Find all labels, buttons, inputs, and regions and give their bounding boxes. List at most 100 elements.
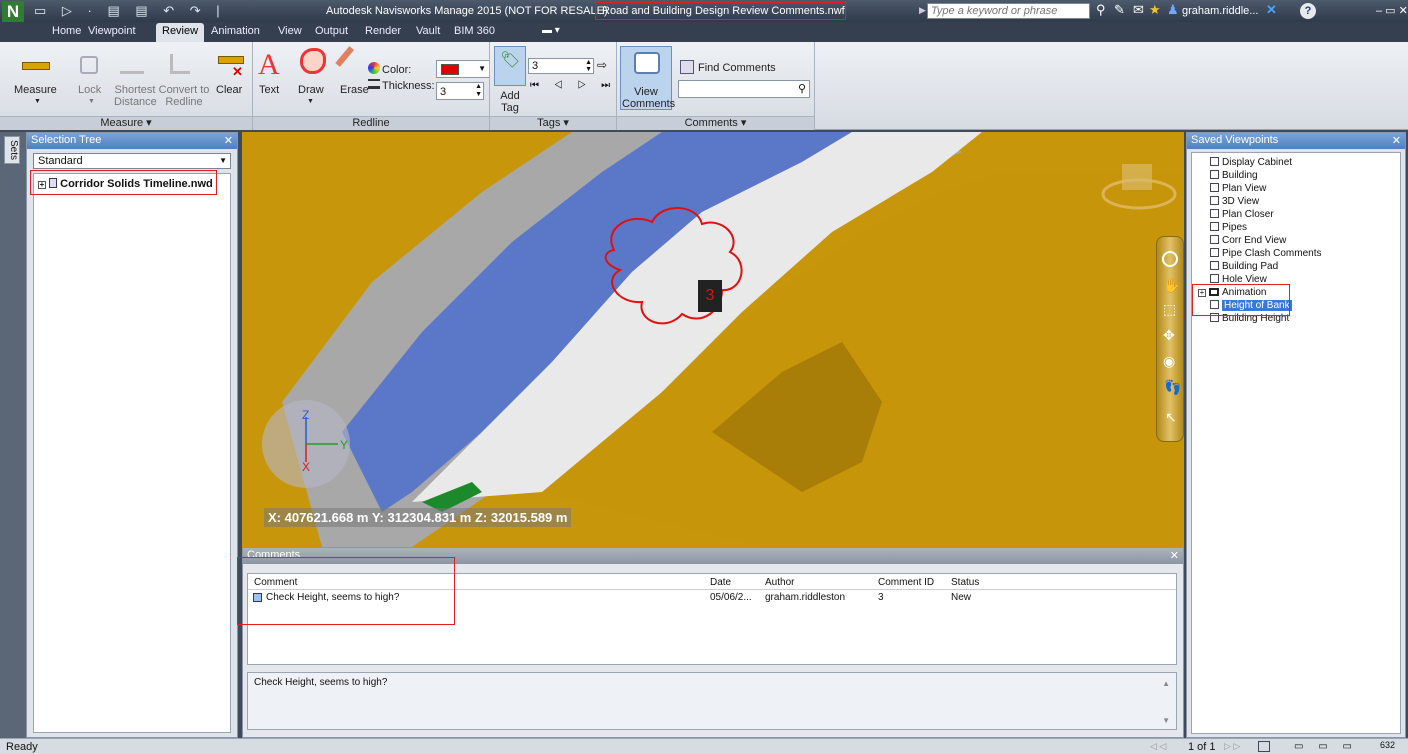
help-icon[interactable]: ? xyxy=(1300,3,1316,19)
find-go-icon[interactable]: ⚲ xyxy=(798,82,806,95)
comments-highlight xyxy=(237,557,455,625)
viewpoint-label: Pipe Clash Comments xyxy=(1222,248,1322,259)
performance-icon[interactable]: ▭ ▭ ▭ xyxy=(1294,741,1358,752)
measure-button[interactable]: Measure xyxy=(14,84,57,96)
sets-tab[interactable]: Sets xyxy=(4,136,20,164)
viewpoint-item[interactable]: Pipe Clash Comments xyxy=(1210,248,1321,259)
favorites-star-icon[interactable]: ★ xyxy=(1149,2,1161,18)
speech-bubble-icon xyxy=(634,52,660,74)
close-icon[interactable]: ✕ xyxy=(1392,134,1401,147)
tab-view[interactable]: View xyxy=(278,25,302,37)
thickness-input[interactable]: 3 ▲ ▼ xyxy=(436,82,484,100)
color-label: Color: xyxy=(382,64,412,76)
viewpoint-item[interactable]: Building xyxy=(1210,170,1258,181)
tab-vault[interactable]: Vault xyxy=(416,25,440,37)
sheet-nav-next-icon[interactable]: ▷ ▷ xyxy=(1224,741,1240,752)
3d-viewport[interactable]: 3 Z Y X X: 407621.668 m Y: 312304.831 m … xyxy=(242,132,1184,547)
selection-tree-panel: Selection Tree ✕ Standard ▼ + Corridor S… xyxy=(26,132,238,738)
help-search-input[interactable] xyxy=(927,3,1090,19)
color-dropdown[interactable]: ▼ xyxy=(436,60,490,78)
select-icon[interactable]: ↖ xyxy=(1165,409,1177,426)
viewpoint-label: Pipes xyxy=(1222,222,1248,233)
add-tag-button[interactable]: Add Tag xyxy=(494,90,526,114)
find-comments-input[interactable]: ⚲ xyxy=(678,80,810,98)
selection-mode-value: Standard xyxy=(38,155,83,167)
row-status: New xyxy=(951,592,972,603)
lock-button[interactable]: Lock xyxy=(78,84,101,96)
walk-icon[interactable]: 👣 xyxy=(1164,379,1181,396)
tab-home[interactable]: Home xyxy=(52,25,81,37)
scroll-down-icon[interactable]: ▼ xyxy=(1162,716,1170,725)
chevron-down-icon: ▼ xyxy=(219,156,227,165)
clear-button[interactable]: Clear xyxy=(216,84,242,96)
look-icon[interactable]: ◉ xyxy=(1163,353,1175,370)
tab-output[interactable]: Output xyxy=(315,25,348,37)
app-logo-icon[interactable]: N xyxy=(2,1,24,22)
go-to-tag-icon[interactable]: ⇨ xyxy=(597,58,607,72)
close-icon[interactable]: ✕ xyxy=(1170,549,1179,562)
subscription-icon[interactable]: ✎ xyxy=(1114,2,1125,18)
shortest-distance-icon xyxy=(120,54,144,74)
viewpoint-item[interactable]: Plan Closer xyxy=(1210,209,1274,220)
viewpoint-item[interactable]: Building Pad xyxy=(1210,261,1278,272)
row-author: graham.riddleston xyxy=(765,592,846,603)
comments-panel-title[interactable]: Comments ▾ xyxy=(617,116,814,130)
window-controls[interactable]: – ▭ ✕ xyxy=(1376,4,1408,17)
col-comment-id[interactable]: Comment ID xyxy=(878,577,934,588)
coordinate-readout: X: 407621.668 m Y: 312304.831 m Z: 32015… xyxy=(264,508,572,527)
binoculars-icon[interactable]: ⚲ xyxy=(1096,2,1106,18)
communication-icon[interactable]: ✉ xyxy=(1133,2,1144,18)
ribbon-minimize-icon[interactable]: ▬ ▾ xyxy=(542,25,560,36)
tag-id-input[interactable]: 3 ▲ ▼ xyxy=(528,58,594,74)
viewpoint-icon xyxy=(1210,261,1219,270)
col-author[interactable]: Author xyxy=(765,577,794,588)
quick-access-toolbar[interactable]: ▭ ▷ · ▤ ▤ ↶ ↷ | ↻ ↖ ▾ xyxy=(34,3,244,34)
erase-button[interactable]: Erase xyxy=(340,84,369,96)
tab-render[interactable]: Render xyxy=(365,25,401,37)
viewpoint-icon xyxy=(1210,183,1219,192)
selection-mode-dropdown[interactable]: Standard ▼ xyxy=(33,153,231,169)
selection-tree-header: Selection Tree ✕ xyxy=(27,133,237,149)
comment-detail-box[interactable]: Check Height, seems to high? ▲ ▼ xyxy=(247,672,1177,730)
tab-review[interactable]: Review xyxy=(156,23,205,42)
sheet-browser-icon[interactable] xyxy=(1258,741,1270,752)
dropdown-arrow-icon: ▼ xyxy=(34,98,41,105)
viewpoint-icon xyxy=(1210,248,1219,257)
draw-button[interactable]: Draw xyxy=(298,84,324,96)
draw-cloud-icon xyxy=(300,48,326,74)
tab-viewpoint[interactable]: Viewpoint xyxy=(88,25,136,37)
scroll-up-icon[interactable]: ▲ xyxy=(1162,679,1170,688)
title-bar: N ▭ ▷ · ▤ ▤ ↶ ↷ | ↻ ↖ ▾ Autodesk Naviswo… xyxy=(0,0,1408,34)
viewpoint-item[interactable]: Pipes xyxy=(1210,222,1247,233)
user-name[interactable]: graham.riddle... xyxy=(1182,5,1258,17)
shortest-distance-button[interactable]: Shortest Distance xyxy=(114,84,157,108)
separator xyxy=(814,42,815,130)
search-arrow-icon: ▶ xyxy=(919,5,926,15)
tab-bim360[interactable]: BIM 360 xyxy=(454,25,495,37)
pan-icon[interactable]: ✋ xyxy=(1163,277,1180,294)
find-comments-label[interactable]: Find Comments xyxy=(698,62,776,74)
first-tag-icon[interactable]: ⏮ ◁ ▷ ⏭ xyxy=(530,80,616,91)
viewpoint-item[interactable]: Display Cabinet xyxy=(1210,157,1292,168)
steering-wheel-icon[interactable] xyxy=(1162,251,1178,267)
zoom-window-icon[interactable]: ⬚ xyxy=(1163,301,1176,318)
convert-to-redline-button[interactable]: Convert to Redline xyxy=(158,84,210,108)
viewpoint-item[interactable]: Plan View xyxy=(1210,183,1266,194)
close-icon[interactable]: ✕ xyxy=(224,134,233,147)
col-status[interactable]: Status xyxy=(951,577,979,588)
exchange-icon[interactable]: ✕ xyxy=(1266,2,1277,18)
col-date[interactable]: Date xyxy=(710,577,731,588)
tags-panel-title[interactable]: Tags ▾ xyxy=(490,116,616,130)
viewpoint-icon xyxy=(1210,274,1219,283)
sheet-nav-icon[interactable]: ◁ ◁ xyxy=(1150,741,1166,752)
orbit-icon[interactable]: ✥ xyxy=(1163,327,1175,344)
viewpoint-item[interactable]: Corr End View xyxy=(1210,235,1286,246)
viewpoint-item[interactable]: 3D View xyxy=(1210,196,1259,207)
viewpoint-icon xyxy=(1210,170,1219,179)
measure-panel-title[interactable]: Measure ▾ xyxy=(0,116,252,130)
view-comments-button[interactable]: View Comments xyxy=(622,86,675,110)
user-icon[interactable]: ♟ xyxy=(1167,2,1179,18)
redline-text-button[interactable]: Text xyxy=(259,84,279,96)
tag-marker[interactable]: 3 xyxy=(698,280,722,312)
tab-animation[interactable]: Animation xyxy=(211,25,260,37)
